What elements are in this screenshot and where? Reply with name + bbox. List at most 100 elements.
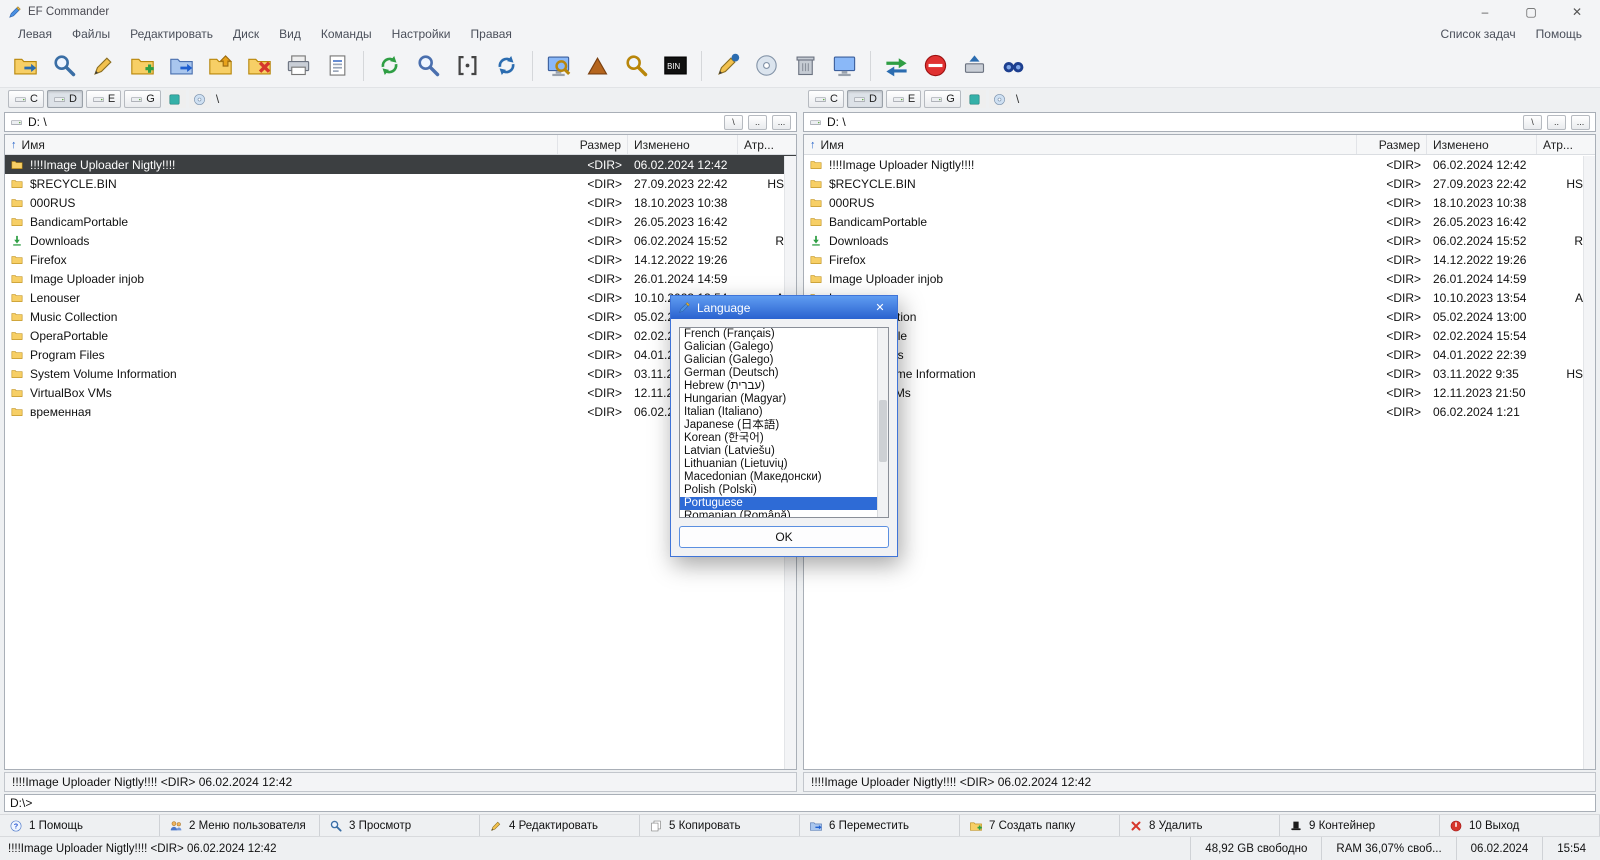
column-header-attributes[interactable]: Атр... xyxy=(1537,135,1595,154)
menu-item-left-6[interactable]: Настройки xyxy=(382,27,461,41)
drive-button-c[interactable]: C xyxy=(8,90,44,108)
language-option[interactable]: Galician (Galego) xyxy=(680,354,877,367)
dialog-close-icon[interactable]: ✕ xyxy=(870,296,890,319)
language-option[interactable]: Korean (한국어) xyxy=(680,432,877,445)
connect-button[interactable] xyxy=(6,48,45,84)
file-row[interactable]: !!!!Image Uploader Nigtly!!!! <DIR> 06.02.… xyxy=(804,155,1595,174)
file-row[interactable]: Music Collection<DIR>05.02.2024 13:00 xyxy=(804,307,1595,326)
refresh-button[interactable] xyxy=(370,48,409,84)
fn-button-9[interactable]: 9 Контейнер xyxy=(1280,815,1440,836)
language-list[interactable]: French (Français) Galician (Galego) Galici… xyxy=(679,327,889,518)
chart-button[interactable] xyxy=(578,48,617,84)
column-header-modified[interactable]: Изменено xyxy=(628,135,738,154)
notes-button[interactable] xyxy=(708,48,747,84)
language-option[interactable]: Hebrew (עברית) xyxy=(680,380,877,393)
menu-item-left-4[interactable]: Вид xyxy=(269,27,311,41)
edit-button[interactable] xyxy=(84,48,123,84)
dialog-title-bar[interactable]: Language ✕ xyxy=(671,296,897,319)
column-header-name[interactable]: ↑ Имя xyxy=(5,135,558,154)
drive-button-c[interactable]: C xyxy=(808,90,844,108)
search-button[interactable] xyxy=(45,48,84,84)
column-header-size[interactable]: Размер xyxy=(558,135,628,154)
file-row[interactable]: Program Files<DIR>04.01.2022 22:39 xyxy=(804,345,1595,364)
column-header-attributes[interactable]: Атр... xyxy=(738,135,796,154)
fn-button-4[interactable]: 4 Редактировать xyxy=(480,815,640,836)
file-row[interactable]: Downloads <DIR> 06.02.2024 15:52 R xyxy=(5,231,796,250)
cd-drive-button[interactable] xyxy=(988,90,1011,108)
language-option[interactable]: Latvian (Latviešu) xyxy=(680,445,877,458)
file-row[interactable]: Downloads <DIR> 06.02.2024 15:52 R xyxy=(804,231,1595,250)
menu-item-left-7[interactable]: Правая xyxy=(461,27,522,41)
file-row[interactable]: Firefox <DIR> 14.12.2022 19:26 xyxy=(5,250,796,269)
language-option[interactable]: Polish (Polski) xyxy=(680,484,877,497)
language-option[interactable]: Lithuanian (Lietuvių) xyxy=(680,458,877,471)
find-button[interactable] xyxy=(409,48,448,84)
menu-item-left-2[interactable]: Редактировать xyxy=(120,27,223,41)
file-row[interactable]: Firefox <DIR> 14.12.2022 19:26 xyxy=(804,250,1595,269)
file-row[interactable]: System Volume Information <DIR> 03.11.2022… xyxy=(804,364,1595,383)
fn-button-10[interactable]: 10 Выход xyxy=(1440,815,1600,836)
minimize-button[interactable]: – xyxy=(1462,0,1508,24)
stop-button[interactable] xyxy=(916,48,955,84)
language-option[interactable]: French (Français) xyxy=(680,328,877,341)
file-row[interactable]: $RECYCLE.BIN <DIR> 27.09.2023 22:42 HS xyxy=(5,174,796,193)
path-button-2[interactable]: ... xyxy=(1571,114,1590,130)
fn-button-1[interactable]: ? 1 Помощь xyxy=(0,815,160,836)
burn-button[interactable] xyxy=(747,48,786,84)
drive-button-e[interactable]: E xyxy=(85,90,122,108)
command-line[interactable]: D:\> xyxy=(4,794,1596,812)
file-row[interactable]: 000RUS <DIR> 18.10.2023 10:38 xyxy=(5,193,796,212)
language-option[interactable]: German (Deutsch) xyxy=(680,367,877,380)
drive-button-e[interactable]: E xyxy=(885,90,922,108)
quick-view-button[interactable] xyxy=(539,48,578,84)
fn-button-7[interactable]: 7 Создать папку xyxy=(960,815,1120,836)
menu-item-left-0[interactable]: Левая xyxy=(8,27,62,41)
language-option[interactable]: Romanian (Română) xyxy=(680,510,877,517)
menu-item-left-5[interactable]: Команды xyxy=(311,27,382,41)
file-row[interactable]: Image Uploader injob <DIR> 26.01.2024 14:5… xyxy=(804,269,1595,288)
file-row[interactable]: 000RUS <DIR> 18.10.2023 10:38 xyxy=(804,193,1595,212)
file-row[interactable]: Lenouser<DIR>10.10.2023 13:54A xyxy=(804,288,1595,307)
file-row[interactable]: BandicamPortable <DIR> 26.05.2023 16:42 xyxy=(804,212,1595,231)
fn-button-5[interactable]: 5 Копировать xyxy=(640,815,800,836)
print-button[interactable] xyxy=(279,48,318,84)
copy-button[interactable] xyxy=(123,48,162,84)
drive-button-d[interactable]: D xyxy=(46,90,83,108)
cd-drive-button[interactable] xyxy=(188,90,211,108)
archive-button[interactable] xyxy=(786,48,825,84)
file-row[interactable]: $RECYCLE.BIN <DIR> 27.09.2023 22:42 HS xyxy=(804,174,1595,193)
drive-button-d[interactable]: D xyxy=(846,90,883,108)
path-button-0[interactable]: \ xyxy=(724,114,743,130)
sync-button[interactable] xyxy=(877,48,916,84)
maximize-button[interactable]: ▢ xyxy=(1508,0,1554,24)
pack-button[interactable] xyxy=(201,48,240,84)
reload-button[interactable] xyxy=(487,48,526,84)
language-option[interactable]: Macedonian (Македонски) xyxy=(680,471,877,484)
language-option[interactable]: Galician (Galego) xyxy=(680,341,877,354)
dialog-scrollbar-thumb[interactable] xyxy=(879,400,887,462)
fn-button-2[interactable]: 2 Меню пользователя xyxy=(160,815,320,836)
file-row[interactable]: OperaPortable<DIR>02.02.2024 15:54 xyxy=(804,326,1595,345)
dialog-scrollbar[interactable] xyxy=(877,328,888,517)
language-option[interactable]: Portuguese xyxy=(680,497,877,510)
plugins-button[interactable] xyxy=(994,48,1033,84)
delete-button[interactable] xyxy=(240,48,279,84)
path-bar-left[interactable]: D: \ \..... xyxy=(4,112,797,132)
file-row[interactable]: временная<DIR>06.02.2024 1:21 xyxy=(804,402,1595,421)
close-button[interactable]: ✕ xyxy=(1554,0,1600,24)
path-button-1[interactable]: .. xyxy=(748,114,767,130)
path-bar-right[interactable]: D: \ \..... xyxy=(803,112,1596,132)
menu-item-right-0[interactable]: Список задач xyxy=(1431,27,1526,41)
column-header-size[interactable]: Размер xyxy=(1357,135,1427,154)
drive-button-g[interactable]: G xyxy=(924,90,961,108)
properties-button[interactable] xyxy=(318,48,357,84)
network-drive-button[interactable] xyxy=(163,90,186,108)
network-drive-button[interactable] xyxy=(963,90,986,108)
find-files-button[interactable] xyxy=(617,48,656,84)
menu-item-left-3[interactable]: Диск xyxy=(223,27,269,41)
fn-button-3[interactable]: 3 Просмотр xyxy=(320,815,480,836)
select-button[interactable] xyxy=(448,48,487,84)
dos-button[interactable]: BIN xyxy=(656,48,695,84)
file-row[interactable]: !!!!Image Uploader Nigtly!!!! <DIR> 06.02.… xyxy=(5,155,796,174)
fn-button-6[interactable]: 6 Переместить xyxy=(800,815,960,836)
